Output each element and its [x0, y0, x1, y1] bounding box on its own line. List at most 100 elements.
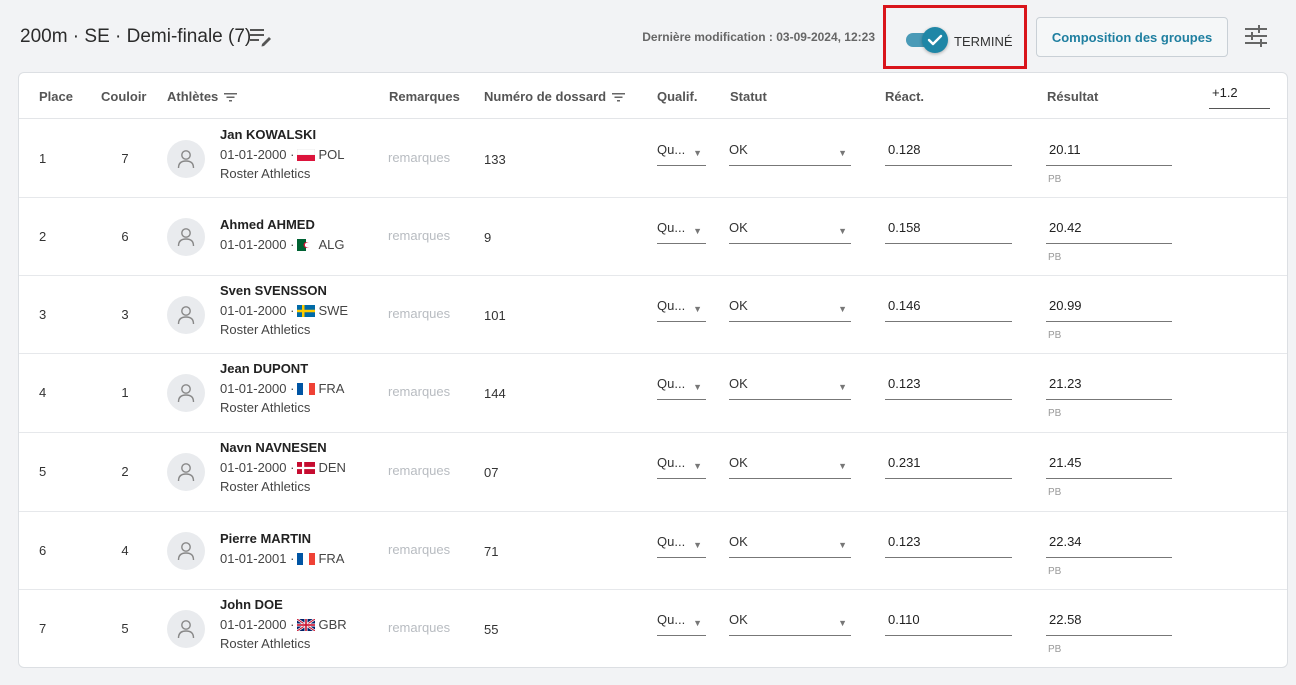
status-value: OK: [729, 142, 748, 157]
sliders-settings-icon[interactable]: [1243, 24, 1269, 48]
athlete-club: Roster Athletics: [220, 400, 311, 415]
toggle-knob: [922, 27, 948, 53]
status-select[interactable]: OK ▼: [729, 376, 851, 400]
athlete-club: Roster Athletics: [220, 166, 311, 181]
athlete-dob: 01-01-2000 ·: [220, 237, 295, 252]
status-select[interactable]: OK ▼: [729, 612, 851, 636]
place-cell: 1: [39, 151, 47, 166]
chevron-down-icon: ▼: [838, 382, 847, 392]
reaction-input[interactable]: 0.110: [885, 612, 1012, 636]
chevron-down-icon: ▼: [693, 226, 702, 236]
status-select[interactable]: OK ▼: [729, 220, 851, 244]
col-athletes[interactable]: Athlètes: [167, 89, 238, 104]
reaction-input[interactable]: 0.146: [885, 298, 1012, 322]
col-reaction[interactable]: Réact.: [885, 89, 924, 104]
result-input[interactable]: 20.42: [1046, 220, 1172, 244]
qualif-select[interactable]: Qu... ▼: [657, 455, 706, 479]
table-row: 7 5 John DOE 01-01-2000 · GBR Roster Ath…: [19, 590, 1287, 668]
finished-toggle[interactable]: [904, 27, 950, 53]
reaction-input[interactable]: 0.123: [885, 534, 1012, 558]
filter-icon[interactable]: [612, 92, 626, 102]
col-remarks[interactable]: Remarques: [389, 89, 460, 104]
bib-cell: 144: [484, 386, 506, 401]
status-label: TERMINÉ: [954, 34, 1013, 49]
result-input[interactable]: 22.58: [1046, 612, 1172, 636]
chevron-down-icon: ▼: [693, 304, 702, 314]
remarks-input[interactable]: remarques: [388, 228, 450, 243]
group-composition-button[interactable]: Composition des groupes: [1036, 17, 1228, 57]
edit-list-icon[interactable]: [249, 26, 273, 48]
col-place[interactable]: Place: [39, 89, 73, 104]
athlete-country: GBR: [318, 617, 347, 632]
reaction-input[interactable]: 0.231: [885, 455, 1012, 479]
result-input[interactable]: 21.45: [1046, 455, 1172, 479]
col-qualif[interactable]: Qualif.: [657, 89, 697, 104]
table-row: 4 1 Jean DUPONT 01-01-2000 · FRA Roster …: [19, 354, 1287, 433]
qualif-value: Qu...: [657, 455, 686, 470]
status-select[interactable]: OK ▼: [729, 455, 851, 479]
result-input[interactable]: 21.23: [1046, 376, 1172, 400]
status-select[interactable]: OK ▼: [729, 534, 851, 558]
athlete-name[interactable]: Navn NAVNESEN: [220, 440, 327, 455]
user-icon: [177, 542, 195, 561]
status-select[interactable]: OK ▼: [729, 142, 851, 166]
qualif-select[interactable]: Qu... ▼: [657, 612, 706, 636]
athlete-club: Roster Athletics: [220, 636, 311, 651]
result-input[interactable]: 20.11: [1046, 142, 1172, 166]
result-input[interactable]: 22.34: [1046, 534, 1172, 558]
athlete-name[interactable]: Ahmed AHMED: [220, 217, 315, 232]
qualif-value: Qu...: [657, 376, 686, 391]
qualif-select[interactable]: Qu... ▼: [657, 376, 706, 400]
result-input[interactable]: 20.99: [1046, 298, 1172, 322]
last-modified-text: Dernière modification : 03-09-2024, 12:2…: [642, 30, 875, 44]
status-select[interactable]: OK ▼: [729, 298, 851, 322]
reaction-input[interactable]: 0.128: [885, 142, 1012, 166]
col-lane[interactable]: Couloir: [101, 89, 147, 104]
athlete-name[interactable]: Sven SVENSSON: [220, 283, 327, 298]
remarks-input[interactable]: remarques: [388, 463, 450, 478]
athlete-name[interactable]: Pierre MARTIN: [220, 531, 311, 546]
avatar: [167, 296, 205, 334]
col-result[interactable]: Résultat: [1047, 89, 1098, 104]
athlete-name[interactable]: John DOE: [220, 597, 283, 612]
reaction-input[interactable]: 0.158: [885, 220, 1012, 244]
athlete-dob-country: 01-01-2001 · FRA: [220, 551, 344, 566]
athlete-dob-country: 01-01-2000 · ALG: [220, 237, 344, 252]
qualif-select[interactable]: Qu... ▼: [657, 142, 706, 166]
remarks-input[interactable]: remarques: [388, 150, 450, 165]
col-status[interactable]: Statut: [730, 89, 767, 104]
qualif-select[interactable]: Qu... ▼: [657, 220, 706, 244]
athlete-dob: 01-01-2000 ·: [220, 147, 295, 162]
bib-cell: 71: [484, 544, 499, 559]
qualif-value: Qu...: [657, 220, 686, 235]
wind-input[interactable]: +1.2: [1209, 85, 1270, 109]
avatar: [167, 140, 205, 178]
athlete-dob: 01-01-2000 ·: [220, 303, 295, 318]
results-table: Place Couloir Athlètes Remarques Numéro …: [18, 72, 1288, 668]
athlete-name[interactable]: Jean DUPONT: [220, 361, 308, 376]
qualif-select[interactable]: Qu... ▼: [657, 534, 706, 558]
qualif-value: Qu...: [657, 142, 686, 157]
user-icon: [177, 150, 195, 169]
remarks-input[interactable]: remarques: [388, 384, 450, 399]
remarks-input[interactable]: remarques: [388, 620, 450, 635]
user-icon: [177, 306, 195, 325]
place-cell: 4: [39, 385, 47, 400]
chevron-down-icon: ▼: [693, 148, 702, 158]
remarks-input[interactable]: remarques: [388, 542, 450, 557]
place-cell: 7: [39, 621, 47, 636]
col-bib[interactable]: Numéro de dossard: [484, 89, 626, 104]
reaction-input[interactable]: 0.123: [885, 376, 1012, 400]
user-icon: [177, 228, 195, 247]
bib-cell: 101: [484, 308, 506, 323]
qualif-select[interactable]: Qu... ▼: [657, 298, 706, 322]
filter-icon[interactable]: [224, 92, 238, 102]
athlete-name[interactable]: Jan KOWALSKI: [220, 127, 316, 142]
record-badge: PB: [1048, 252, 1062, 263]
athlete-club: Roster Athletics: [220, 479, 311, 494]
athlete-dob: 01-01-2000 ·: [220, 381, 295, 396]
chevron-down-icon: ▼: [838, 148, 847, 158]
remarks-input[interactable]: remarques: [388, 306, 450, 321]
qualif-value: Qu...: [657, 612, 686, 627]
record-badge: PB: [1048, 330, 1062, 341]
